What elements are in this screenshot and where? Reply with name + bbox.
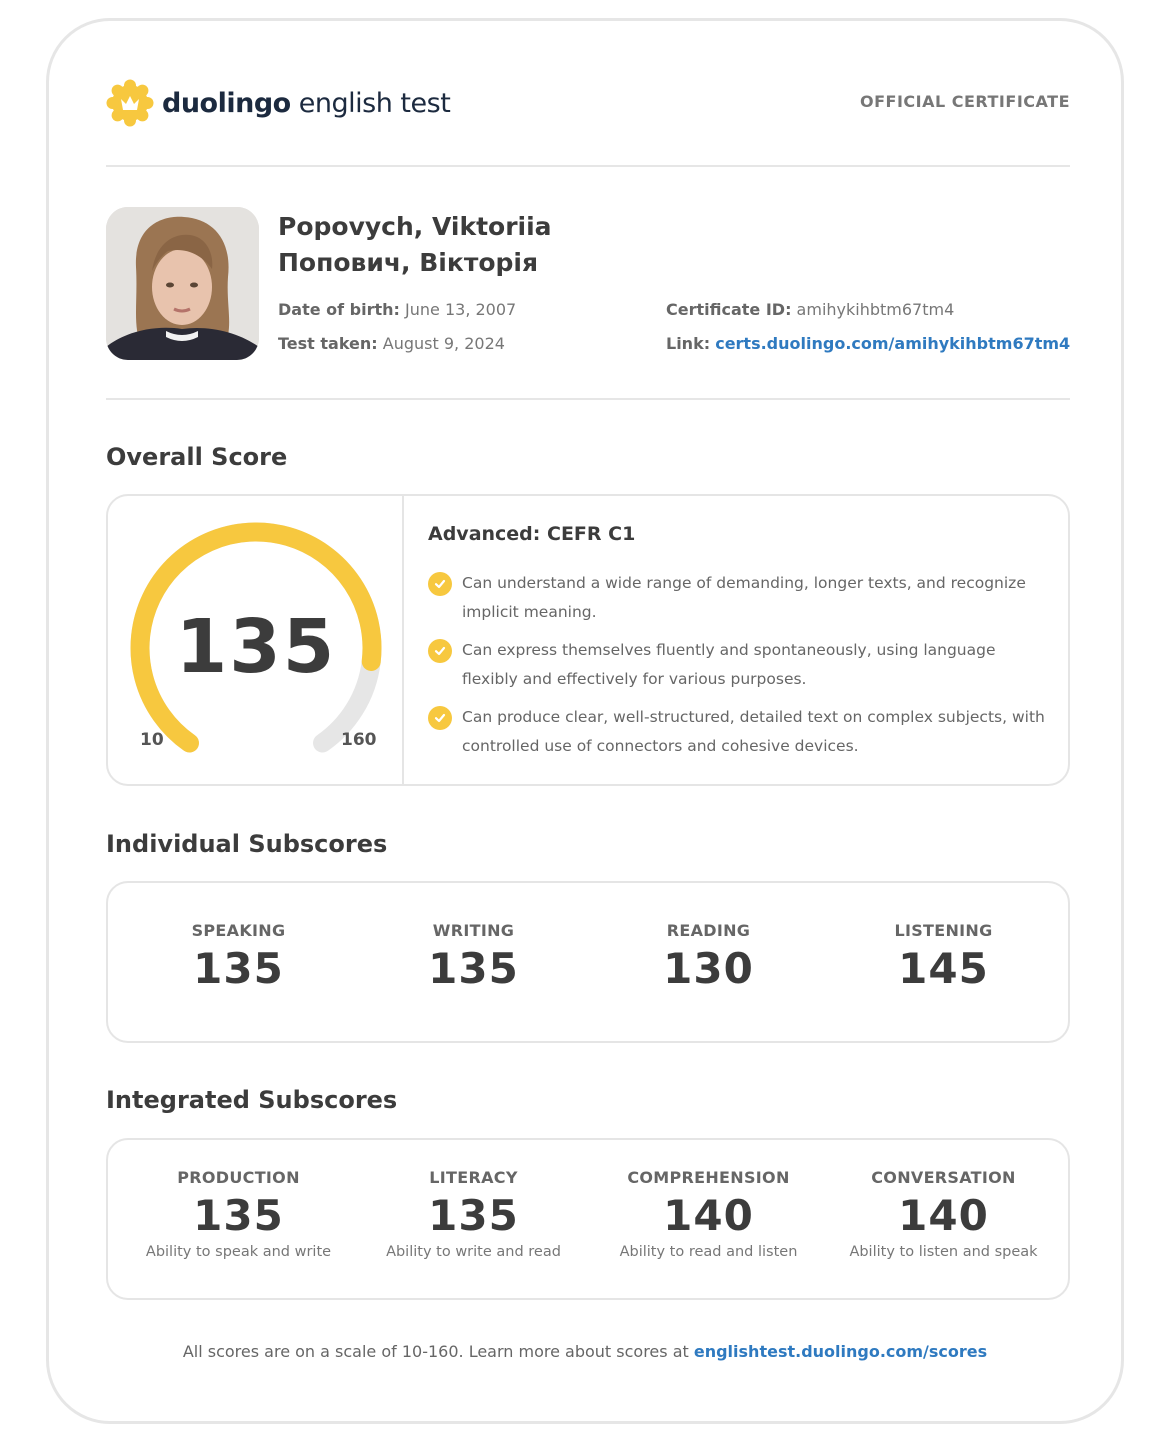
score-gauge: 135 10 160 (108, 496, 404, 784)
subscore-label: CONVERSATION (871, 1168, 1016, 1187)
subscore-production: PRODUCTION 135 Ability to speak and writ… (121, 1168, 356, 1260)
header-divider (106, 165, 1070, 167)
subscore-value: 135 (428, 1191, 519, 1240)
subscore-label: COMPREHENSION (627, 1168, 790, 1187)
subscore-label: LISTENING (894, 921, 993, 940)
cefr-level: Advanced: CEFR C1 (428, 523, 636, 545)
subscore-label: LITERACY (429, 1168, 518, 1187)
subscore-description: Ability to listen and speak (849, 1244, 1038, 1260)
subscore-literacy: LITERACY 135 Ability to write and read (356, 1168, 591, 1260)
scores-info-link[interactable]: englishtest.duolingo.com/scores (694, 1342, 987, 1361)
brand-name: duolingo english test (162, 87, 451, 119)
subscore-value: 140 (898, 1191, 989, 1240)
scale-max-label: 160 (341, 730, 377, 750)
descriptor-text: Can produce clear, well-structured, deta… (462, 708, 1045, 755)
subscore-value: 145 (898, 944, 989, 993)
official-certificate-label: OFFICIAL CERTIFICATE (859, 92, 1070, 111)
subscore-description: Ability to read and listen (619, 1244, 798, 1260)
subscore-label: WRITING (432, 921, 515, 940)
profile-divider (106, 398, 1070, 400)
integrated-subscores-title: Integrated Subscores (106, 1086, 398, 1114)
check-icon (428, 706, 452, 730)
certificate-link[interactable]: certs.duolingo.com/amihykihbtm67tm4 (715, 334, 1070, 353)
subscore-value: 135 (193, 1191, 284, 1240)
portrait-image (106, 207, 259, 360)
descriptor-text: Can understand a wide range of demanding… (462, 574, 1026, 621)
individual-subscores-title: Individual Subscores (106, 830, 388, 858)
subscore-reading: READING 130 (591, 921, 826, 993)
descriptor-text: Can express themselves fluently and spon… (462, 641, 996, 688)
certificate-link-row: Link: certs.duolingo.com/amihykihbtm67tm… (666, 334, 1071, 353)
descriptor-item: Can produce clear, well-structured, deta… (428, 703, 1048, 761)
scale-min-label: 10 (140, 730, 164, 750)
integrated-subscores-box: PRODUCTION 135 Ability to speak and writ… (106, 1138, 1070, 1300)
subscore-writing: WRITING 135 (356, 921, 591, 993)
subscore-value: 140 (663, 1191, 754, 1240)
subscore-listening: LISTENING 145 (826, 921, 1061, 993)
subscore-value: 135 (428, 944, 519, 993)
subscore-label: PRODUCTION (177, 1168, 300, 1187)
descriptor-item: Can understand a wide range of demanding… (428, 569, 1048, 627)
check-icon (428, 639, 452, 663)
overall-score-box: 135 10 160 Advanced: CEFR C1 Can underst… (106, 494, 1070, 786)
subscore-label: SPEAKING (191, 921, 286, 940)
subscore-value: 135 (193, 944, 284, 993)
footer-note: All scores are on a scale of 10-160. Lea… (182, 1342, 988, 1361)
overall-score-value: 135 (175, 604, 337, 690)
duolingo-flower-icon (106, 79, 154, 127)
descriptor-item: Can express themselves fluently and spon… (428, 636, 1048, 694)
date-of-birth: Date of birth: June 13, 2007 (278, 300, 517, 319)
subscore-description: Ability to write and read (386, 1244, 561, 1260)
subscore-description: Ability to speak and write (145, 1244, 332, 1260)
check-icon (428, 572, 452, 596)
certificate-id: Certificate ID: amihykihbtm67tm4 (666, 300, 955, 319)
individual-subscores-box: SPEAKING 135 WRITING 135 READING 130 LIS… (106, 881, 1070, 1043)
subscore-value: 130 (663, 944, 754, 993)
profile-photo (106, 207, 259, 360)
candidate-name-cyrillic: Попович, Вікторія (278, 248, 539, 277)
subscore-speaking: SPEAKING 135 (121, 921, 356, 993)
subscore-conversation: CONVERSATION 140 Ability to listen and s… (826, 1168, 1061, 1260)
duolingo-logo: duolingo english test (106, 79, 451, 127)
overall-score-title: Overall Score (106, 443, 288, 471)
subscore-comprehension: COMPREHENSION 140 Ability to read and li… (591, 1168, 826, 1260)
subscore-label: READING (666, 921, 751, 940)
test-taken-date: Test taken: August 9, 2024 (278, 334, 505, 353)
candidate-name-latin: Popovych, Viktoriia (278, 212, 552, 241)
